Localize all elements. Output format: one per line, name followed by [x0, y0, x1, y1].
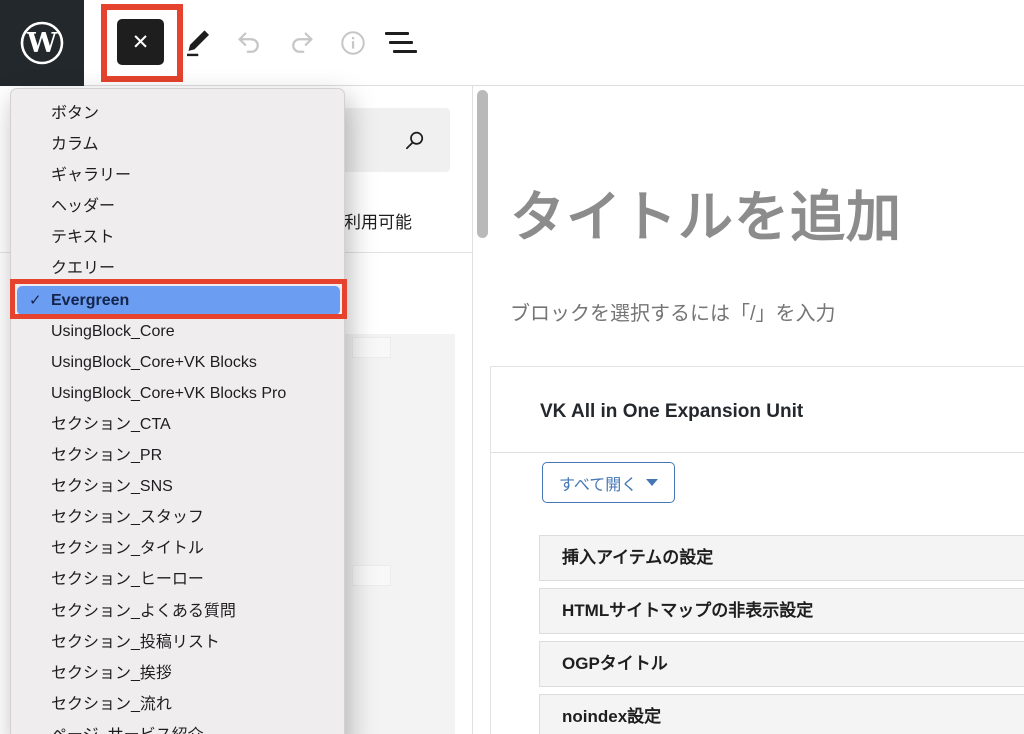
dropdown-item[interactable]: セクション_ヒーロー: [11, 564, 344, 595]
dropdown-item[interactable]: セクション_タイトル: [11, 533, 344, 564]
dropdown-item[interactable]: セクション_投稿リスト: [11, 627, 344, 658]
dropdown-item[interactable]: UsingBlock_Core: [11, 316, 344, 347]
dropdown-item[interactable]: クエリー: [11, 253, 344, 284]
pattern-preview-chip: [352, 337, 391, 358]
dropdown-item[interactable]: セクション_流れ: [11, 689, 344, 720]
edit-pencil-icon[interactable]: [183, 28, 213, 58]
dropdown-item[interactable]: UsingBlock_Core+VK Blocks Pro: [11, 378, 344, 409]
dropdown-item[interactable]: ページ_サービス紹介: [11, 720, 344, 734]
close-icon: ✕: [132, 30, 150, 55]
dropdown-item[interactable]: セクション_CTA: [11, 409, 344, 440]
dropdown-item[interactable]: セクション_PR: [11, 440, 344, 471]
checkmark-icon: ✓: [29, 286, 42, 315]
metabox-divider: [491, 452, 1024, 453]
accordion-section-header[interactable]: HTMLサイトマップの非表示設定: [539, 588, 1024, 634]
wordpress-logo[interactable]: W: [0, 0, 84, 86]
dropdown-item[interactable]: テキスト: [11, 222, 344, 253]
dropdown-item[interactable]: ✓Evergreen: [17, 286, 340, 315]
metabox-title: VK All in One Expansion Unit: [540, 401, 803, 423]
search-icon: [402, 128, 428, 159]
pattern-category-dropdown: ボタンカラムギャラリーヘッダーテキストクエリー✓EvergreenUsingBl…: [10, 88, 345, 734]
pattern-preview-chip: [352, 565, 391, 586]
undo-icon[interactable]: [234, 28, 264, 58]
expand-all-button[interactable]: すべて開く: [542, 462, 675, 503]
accordion-section-header[interactable]: OGPタイトル: [539, 641, 1024, 687]
dropdown-item[interactable]: セクション_よくある質問: [11, 596, 344, 627]
accordion-section-header[interactable]: 挿入アイテムの設定: [539, 535, 1024, 581]
wp-logo-letter: W: [26, 28, 58, 59]
dropdown-item-list: ボタンカラムギャラリーヘッダーテキストクエリー✓EvergreenUsingBl…: [11, 98, 344, 734]
dropdown-item[interactable]: ヘッダー: [11, 191, 344, 222]
block-appender-hint[interactable]: ブロックを選択するには「/」を入力: [510, 297, 990, 326]
wordpress-editor: 利用可能 タイトルを追加 ブロックを選択するには「/」を入力 VK All in…: [0, 0, 1024, 734]
patterns-available-label: 利用可能: [344, 208, 412, 233]
expand-all-label: すべて開く: [559, 471, 637, 495]
post-title-placeholder[interactable]: タイトルを追加: [510, 172, 1010, 252]
redo-icon[interactable]: [287, 28, 317, 58]
vk-exunit-metabox: VK All in One Expansion Unit すべて開く 挿入アイテ…: [490, 366, 1024, 734]
close-inserter-button[interactable]: ✕: [117, 19, 164, 65]
editor-topbar: W ✕: [0, 0, 1024, 86]
dropdown-item[interactable]: ギャラリー: [11, 160, 344, 191]
dropdown-item[interactable]: UsingBlock_Core+VK Blocks: [11, 347, 344, 378]
dropdown-item[interactable]: セクション_SNS: [11, 471, 344, 502]
dropdown-item[interactable]: カラム: [11, 129, 344, 160]
accordion-section-header[interactable]: noindex設定: [539, 694, 1024, 734]
metabox-accordion: 挿入アイテムの設定 HTMLサイトマップの非表示設定 OGPタイトル noindex設…: [539, 535, 1024, 734]
dropdown-item[interactable]: ボタン: [11, 98, 344, 129]
chevron-down-icon: [646, 479, 658, 486]
dropdown-item[interactable]: セクション_スタッフ: [11, 502, 344, 533]
sidebar-scrollbar[interactable]: [477, 90, 488, 238]
dropdown-item[interactable]: セクション_挨拶: [11, 658, 344, 689]
list-view-icon[interactable]: [385, 30, 419, 56]
info-icon[interactable]: [338, 28, 368, 58]
